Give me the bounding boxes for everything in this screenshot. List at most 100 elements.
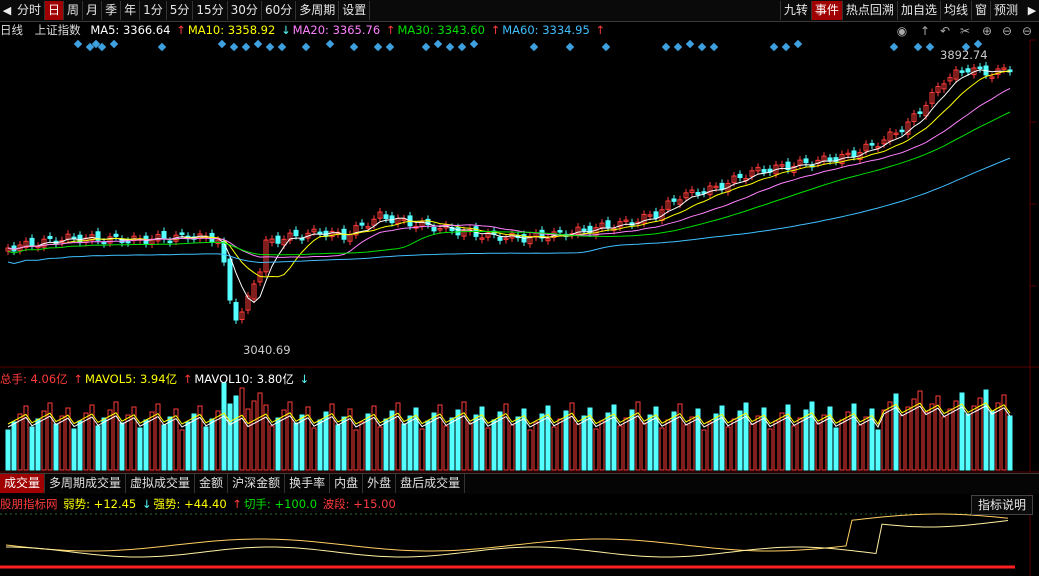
volume-bar [95,425,101,471]
volume-bar [641,422,647,471]
scroll-left-icon[interactable]: ◀ [0,0,14,21]
toolbar-button[interactable]: 窗 [970,1,990,20]
event-marker [241,42,251,52]
period-tab[interactable]: 日 [45,1,65,20]
down-arrow-icon: ↓ [299,372,310,386]
toolbar-button[interactable]: 均线 [939,1,971,20]
scissors-icon[interactable]: ✂ [958,24,972,38]
candle-body [125,240,131,244]
volume-subtab[interactable]: 外盘 [363,474,397,493]
volume-bar [407,415,413,471]
volume-bar [773,420,779,471]
volume-bar [227,403,233,471]
close-circle-icon[interactable]: ⊖ [1020,24,1034,38]
volume-bar [995,402,1001,471]
volume-bar [947,408,953,471]
event-marker [433,39,443,49]
volume-bar [905,406,911,471]
scroll-right-icon[interactable]: ▶ [1025,0,1039,21]
volume-subtab[interactable]: 多周期成交量 [45,474,127,493]
volume-subtab[interactable]: 内盘 [330,474,364,493]
indicator-explain-button[interactable]: 指标说明 [970,495,1033,515]
up-arrow-icon: ↑ [73,372,83,386]
period-tab[interactable]: 周 [64,1,84,20]
period-label: 日线 [0,23,23,37]
period-tab[interactable]: 15分 [193,1,228,20]
candle-body [605,220,611,228]
volume-subtab[interactable]: 沪深金额 [228,474,286,493]
period-tab[interactable]: 月 [83,1,103,20]
volume-bar [449,417,455,471]
event-marker [565,42,575,52]
candle-body [227,258,233,301]
volume-bar [431,412,437,471]
period-tab[interactable]: 30分 [228,1,262,20]
toolbar-button[interactable]: 预测 [989,1,1021,20]
volume-subtab[interactable]: 金额 [195,474,229,493]
candle-body [761,169,767,173]
volume-bar [311,427,317,471]
period-tab[interactable]: 5分 [167,1,194,20]
volume-bar [581,415,587,471]
volume-bar [467,422,473,471]
candle-body [653,211,659,219]
period-tab[interactable]: 多周期 [296,1,340,20]
up-arrow-icon[interactable]: ↑ [918,24,932,38]
volume-bar [689,416,695,471]
event-marker [157,42,167,52]
indicator-legend: 股朋指标网 弱势: +12.45 ↓ 强势: +44.40 ↑ 切手: +100.0… [0,496,398,512]
event-marker [661,42,671,52]
volume-subtab[interactable]: 虚拟成交量 [126,474,196,493]
volume-bar [647,414,653,471]
volume-subtab[interactable]: 盘后成交量 [396,474,466,493]
ma20-value: MA20: 3365.76 [292,23,381,37]
period-tab[interactable]: 1分 [140,1,167,20]
period-tab[interactable]: 年 [121,1,141,20]
volume-subtab[interactable]: 换手率 [285,474,331,493]
period-tab[interactable]: 60分 [262,1,297,20]
candle-body [695,191,701,196]
candle-body [977,66,983,70]
volume-subtab[interactable]: 成交量 [0,474,46,493]
eye-icon[interactable]: ◉ [895,24,909,38]
volume-bar [269,425,275,471]
volume-bar [833,427,839,471]
volume-bar [875,429,881,471]
volume-bar [77,420,83,471]
volume-bar [899,414,905,471]
volume-bar [419,428,425,471]
candle-body [11,245,17,252]
plus-circle-icon[interactable]: ⊕ [980,24,994,38]
volume-bar [317,419,323,471]
volume-bar [221,382,227,471]
candle-body [965,68,971,73]
toolbar-button[interactable]: 九转 [779,1,811,20]
volume-bar [725,426,731,471]
minus-circle-icon[interactable]: ⊖ [1000,24,1014,38]
volume-bar [275,417,281,471]
event-marker [529,42,539,52]
volume-bar [509,424,515,471]
period-tab[interactable]: 设置 [339,1,371,20]
band-value: 波段: +15.00 [322,497,396,511]
period-tab[interactable]: 季 [102,1,122,20]
toolbar-button[interactable]: 加自选 [896,1,940,20]
volume-bar [989,410,995,471]
toolbar-button[interactable]: 热点回溯 [841,1,897,20]
period-tab[interactable]: 分时 [14,1,46,20]
volume-bar [59,415,65,471]
volume-bar [11,421,17,471]
volume-bar [101,417,107,471]
undo-icon[interactable]: ↶ [938,24,952,38]
volume-bar [599,420,605,471]
event-marker [673,42,683,52]
up-arrow-icon: ↑ [595,23,606,37]
toolbar-button[interactable]: 事件 [810,1,842,20]
low-annotation: 3040.69 [243,343,291,357]
volume-bar [965,413,971,471]
volume-bar [941,416,947,471]
indicator-name: 股朋指标网 [0,497,58,511]
volume-bar [731,418,737,471]
down-arrow-icon: ↓ [280,23,291,37]
candle-body [671,198,677,202]
